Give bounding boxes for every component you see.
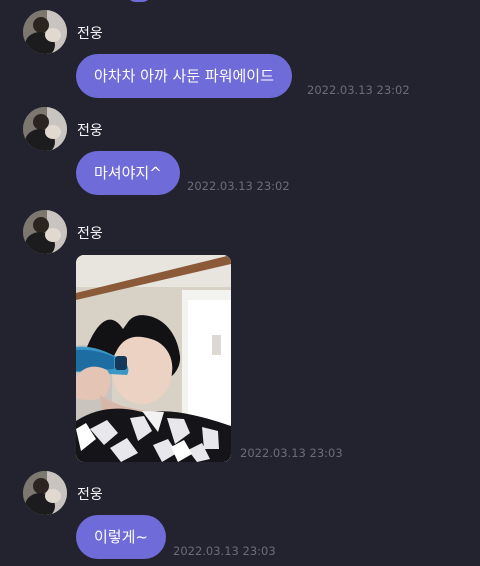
message-timestamp: 2022.03.13 23:03 <box>240 446 343 460</box>
sender-name: 전웅 <box>77 487 103 503</box>
avatar-image <box>23 210 67 254</box>
photo-attachment[interactable] <box>76 255 231 462</box>
sender-avatar[interactable] <box>23 10 67 54</box>
sender-name: 전웅 <box>77 226 103 242</box>
message-bubble[interactable]: 아차차 아까 사둔 파워에이드 <box>76 54 292 98</box>
sender-name: 전웅 <box>77 123 103 139</box>
message-bubble[interactable]: 마셔야지^ <box>76 151 180 195</box>
message-timestamp: 2022.03.13 23:02 <box>307 83 410 97</box>
sender-name: 전웅 <box>77 26 103 42</box>
photo-image <box>76 255 231 462</box>
message-timestamp: 2022.03.13 23:03 <box>173 544 276 558</box>
chat-message: 전웅 이렇게~ 2022.03.13 23:03 <box>0 470 480 566</box>
sender-avatar[interactable] <box>23 107 67 151</box>
message-timestamp: 2022.03.13 23:02 <box>187 179 290 193</box>
avatar-image <box>23 107 67 151</box>
message-bubble[interactable]: 이렇게~ <box>76 515 166 559</box>
avatar-image <box>23 10 67 54</box>
avatar-image <box>23 471 67 515</box>
chat-message: 전웅 <box>0 200 480 470</box>
chat-message: 전웅 아차차 아까 사둔 파워에이드 2022.03.13 23:02 <box>0 0 480 100</box>
chat-message: 전웅 마셔야지^ 2022.03.13 23:02 <box>0 100 480 200</box>
sender-avatar[interactable] <box>23 471 67 515</box>
sender-avatar[interactable] <box>23 210 67 254</box>
chat-message-list[interactable]: 전웅 아차차 아까 사둔 파워에이드 2022.03.13 23:02 전웅 마… <box>0 0 480 566</box>
